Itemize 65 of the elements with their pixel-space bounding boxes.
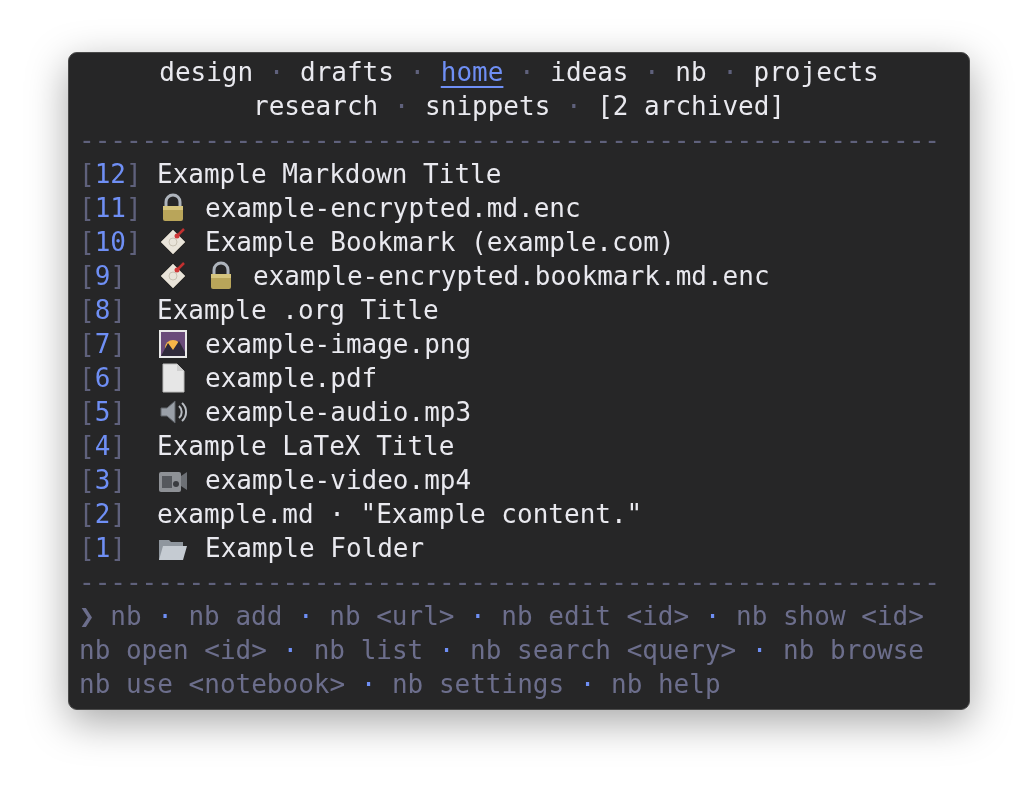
notebook-tab[interactable]: [2 archived] bbox=[597, 89, 785, 123]
item-id: [6] bbox=[79, 362, 127, 395]
notebook-tab[interactable]: ideas bbox=[550, 55, 629, 89]
item-title[interactable]: example-audio.mp3 bbox=[205, 395, 472, 429]
separator-dot: · bbox=[703, 600, 722, 633]
notebook-tab[interactable]: design bbox=[159, 55, 254, 89]
notebook-tab[interactable]: projects bbox=[753, 55, 879, 89]
item-id: [1] bbox=[79, 532, 127, 565]
command-hint: nb bbox=[110, 600, 142, 633]
separator-dot: · bbox=[721, 56, 739, 89]
item-title[interactable]: example-encrypted.bookmark.md.enc bbox=[253, 259, 770, 293]
item-id: [4] bbox=[79, 430, 127, 463]
item-title[interactable]: Example LaTeX Title bbox=[157, 429, 455, 463]
item-id: [10] bbox=[79, 226, 143, 259]
notebook-tab[interactable]: research bbox=[253, 89, 379, 123]
separator-dot: · bbox=[750, 634, 769, 667]
separator-dot: · bbox=[437, 634, 456, 667]
command-hint: nb <url> bbox=[329, 600, 455, 633]
command-hint: nb show <id> bbox=[736, 600, 924, 633]
separator-dot: · bbox=[359, 668, 378, 701]
separator-dot: · bbox=[267, 56, 286, 89]
item-id: [12] bbox=[79, 158, 143, 191]
item-title[interactable]: example-image.png bbox=[205, 327, 472, 361]
separator-dot: · bbox=[564, 90, 583, 123]
command-hint: nb browse bbox=[783, 634, 924, 667]
item-title[interactable]: example.md · "Example content." bbox=[157, 497, 643, 531]
dashed-rule: ------------------------------------------------------- bbox=[79, 124, 941, 157]
item-title[interactable]: example-encrypted.md.enc bbox=[205, 191, 581, 225]
notebook-tab[interactable]: nb bbox=[675, 55, 707, 89]
item-id: [8] bbox=[79, 294, 127, 327]
item-title[interactable]: example-video.mp4 bbox=[205, 463, 472, 497]
item-title[interactable]: Example Bookmark (example.com) bbox=[205, 225, 675, 259]
notebook-tab[interactable]: drafts bbox=[300, 55, 394, 89]
item-id: [7] bbox=[79, 328, 127, 361]
command-hint: nb list bbox=[313, 634, 424, 667]
image-icon bbox=[157, 328, 189, 360]
separator-dot: · bbox=[578, 668, 597, 701]
command-hint: nb add bbox=[188, 600, 283, 633]
notebook-tab[interactable]: home bbox=[440, 55, 504, 89]
item-id: [11] bbox=[79, 192, 143, 225]
separator-dot: · bbox=[281, 634, 300, 667]
command-hint: nb settings bbox=[391, 668, 565, 701]
separator-dot: · bbox=[408, 56, 427, 89]
command-hint: nb open <id> bbox=[79, 634, 267, 667]
dashed-rule: ------------------------------------------------------- bbox=[79, 566, 941, 599]
item-title[interactable]: example.pdf bbox=[205, 361, 378, 395]
command-hint: nb help bbox=[611, 668, 721, 701]
item-id: [2] bbox=[79, 498, 127, 531]
command-hint: nb edit <id> bbox=[501, 600, 690, 633]
separator-dot: · bbox=[643, 56, 661, 89]
separator-dot: · bbox=[469, 600, 487, 633]
item-title[interactable]: Example Folder bbox=[205, 531, 425, 565]
item-title[interactable]: Example .org Title bbox=[157, 293, 439, 327]
separator-dot: · bbox=[156, 600, 174, 633]
prompt-chevron: ❯ bbox=[79, 600, 96, 633]
item-id: [3] bbox=[79, 464, 127, 497]
command-hint: nb search <query> bbox=[470, 634, 737, 667]
separator-dot: · bbox=[392, 90, 411, 123]
separator-dot: · bbox=[297, 600, 315, 633]
item-id: [5] bbox=[79, 396, 127, 429]
item-id: [9] bbox=[79, 260, 127, 293]
item-title[interactable]: Example Markdown Title bbox=[157, 157, 502, 191]
command-hint: nb use <notebook> bbox=[79, 668, 346, 701]
notebook-tab[interactable]: snippets bbox=[425, 89, 551, 123]
separator-dot: · bbox=[518, 56, 536, 89]
